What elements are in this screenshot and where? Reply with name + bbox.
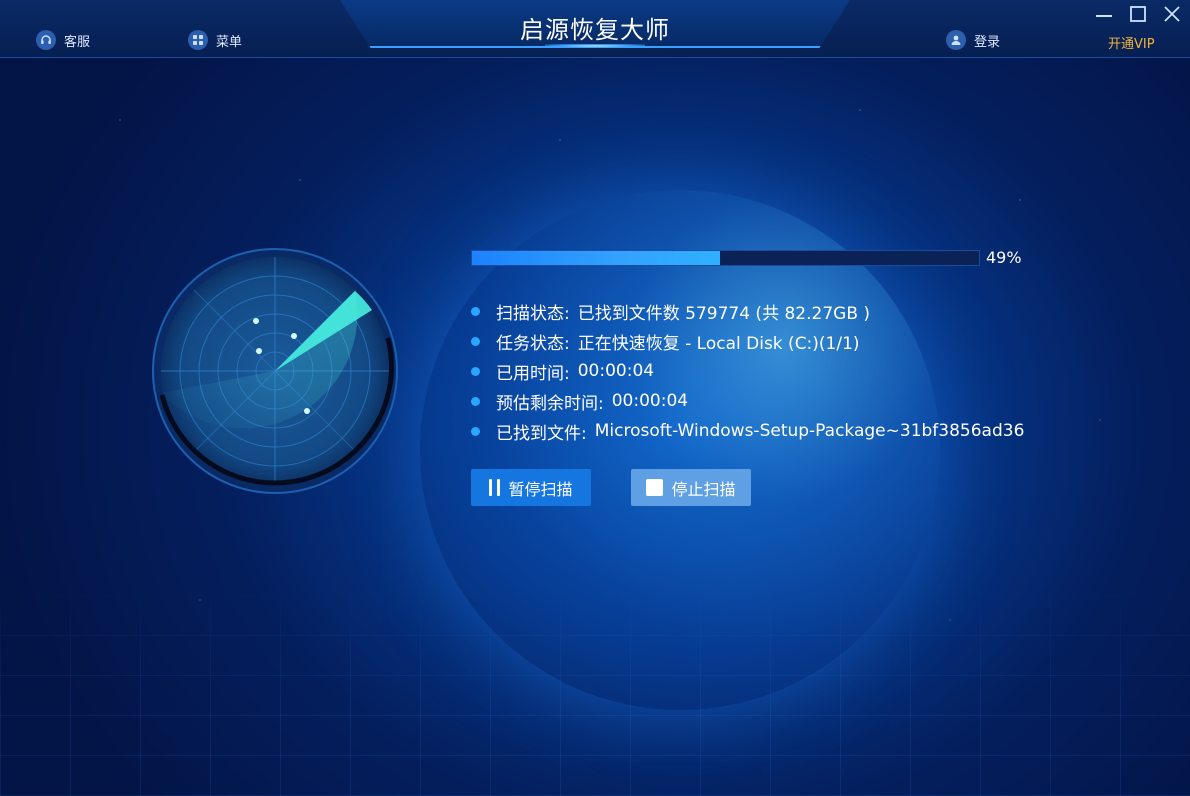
scan-progress-bar [471,250,980,266]
title-bar: 启源恢复大师 客服 菜单 登录 开通VIP [0,0,1190,58]
headset-icon [36,30,56,50]
menu-button[interactable]: 菜单 [188,30,242,50]
status-task-label: 任务状态: [496,333,570,354]
radar-scanner [152,248,398,494]
customer-service-button[interactable]: 客服 [36,30,90,50]
grid-floor-graphic [0,576,1190,796]
status-elapsed: 已用时间: 00:00:04 [470,356,1024,386]
globe-graphic [420,190,940,710]
grid-icon [188,30,208,50]
pause-scan-label: 暂停扫描 [508,479,573,499]
bullet-icon [471,366,480,376]
status-remaining-label: 预估剩余时间: [496,393,604,414]
maximize-icon[interactable] [1128,4,1148,24]
status-scan-value: 已找到文件数 579774 (共 82.27GB ) [577,303,871,324]
status-task-value: 正在快速恢复 - Local Disk (C:)(1/1) [577,333,860,354]
pause-icon [489,479,501,496]
stop-icon [646,479,664,496]
scan-progress-fill [472,251,721,265]
status-elapsed-value: 00:00:04 [577,361,655,381]
pause-scan-button[interactable]: 暂停扫描 [471,469,591,506]
stop-scan-button[interactable]: 停止扫描 [631,469,751,506]
close-icon[interactable] [1162,4,1182,24]
login-label: 登录 [974,34,1001,50]
status-task: 任务状态: 正在快速恢复 - Local Disk (C:)(1/1) [470,326,1024,356]
bullet-icon [471,336,480,346]
status-found-file-label: 已找到文件: [496,423,587,444]
bullet-icon [471,306,480,316]
status-remaining-value: 00:00:04 [611,391,689,411]
status-remaining: 预估剩余时间: 00:00:04 [470,386,1024,416]
status-found-file: 已找到文件: Microsoft-Windows-Setup-Package~3… [470,416,1024,446]
stop-scan-label: 停止扫描 [671,479,736,499]
scan-progress-text: 49% [986,248,1022,267]
scan-status-list: 扫描状态: 已找到文件数 579774 (共 82.27GB ) 任务状态: 正… [470,296,1024,446]
status-found-file-value: Microsoft-Windows-Setup-Package~31bf3856… [594,421,1025,441]
user-icon [946,30,966,50]
login-button[interactable]: 登录 [946,30,1000,50]
status-scan: 扫描状态: 已找到文件数 579774 (共 82.27GB ) [470,296,1024,326]
app-title: 启源恢复大师 [520,16,670,44]
bullet-icon [471,396,480,406]
status-scan-label: 扫描状态: [496,303,570,324]
vip-link[interactable]: 开通VIP [1108,33,1155,52]
minimize-icon[interactable] [1094,4,1114,24]
customer-service-label: 客服 [64,34,91,50]
status-elapsed-label: 已用时间: [496,363,570,384]
bullet-icon [471,426,480,436]
menu-label: 菜单 [216,34,243,50]
